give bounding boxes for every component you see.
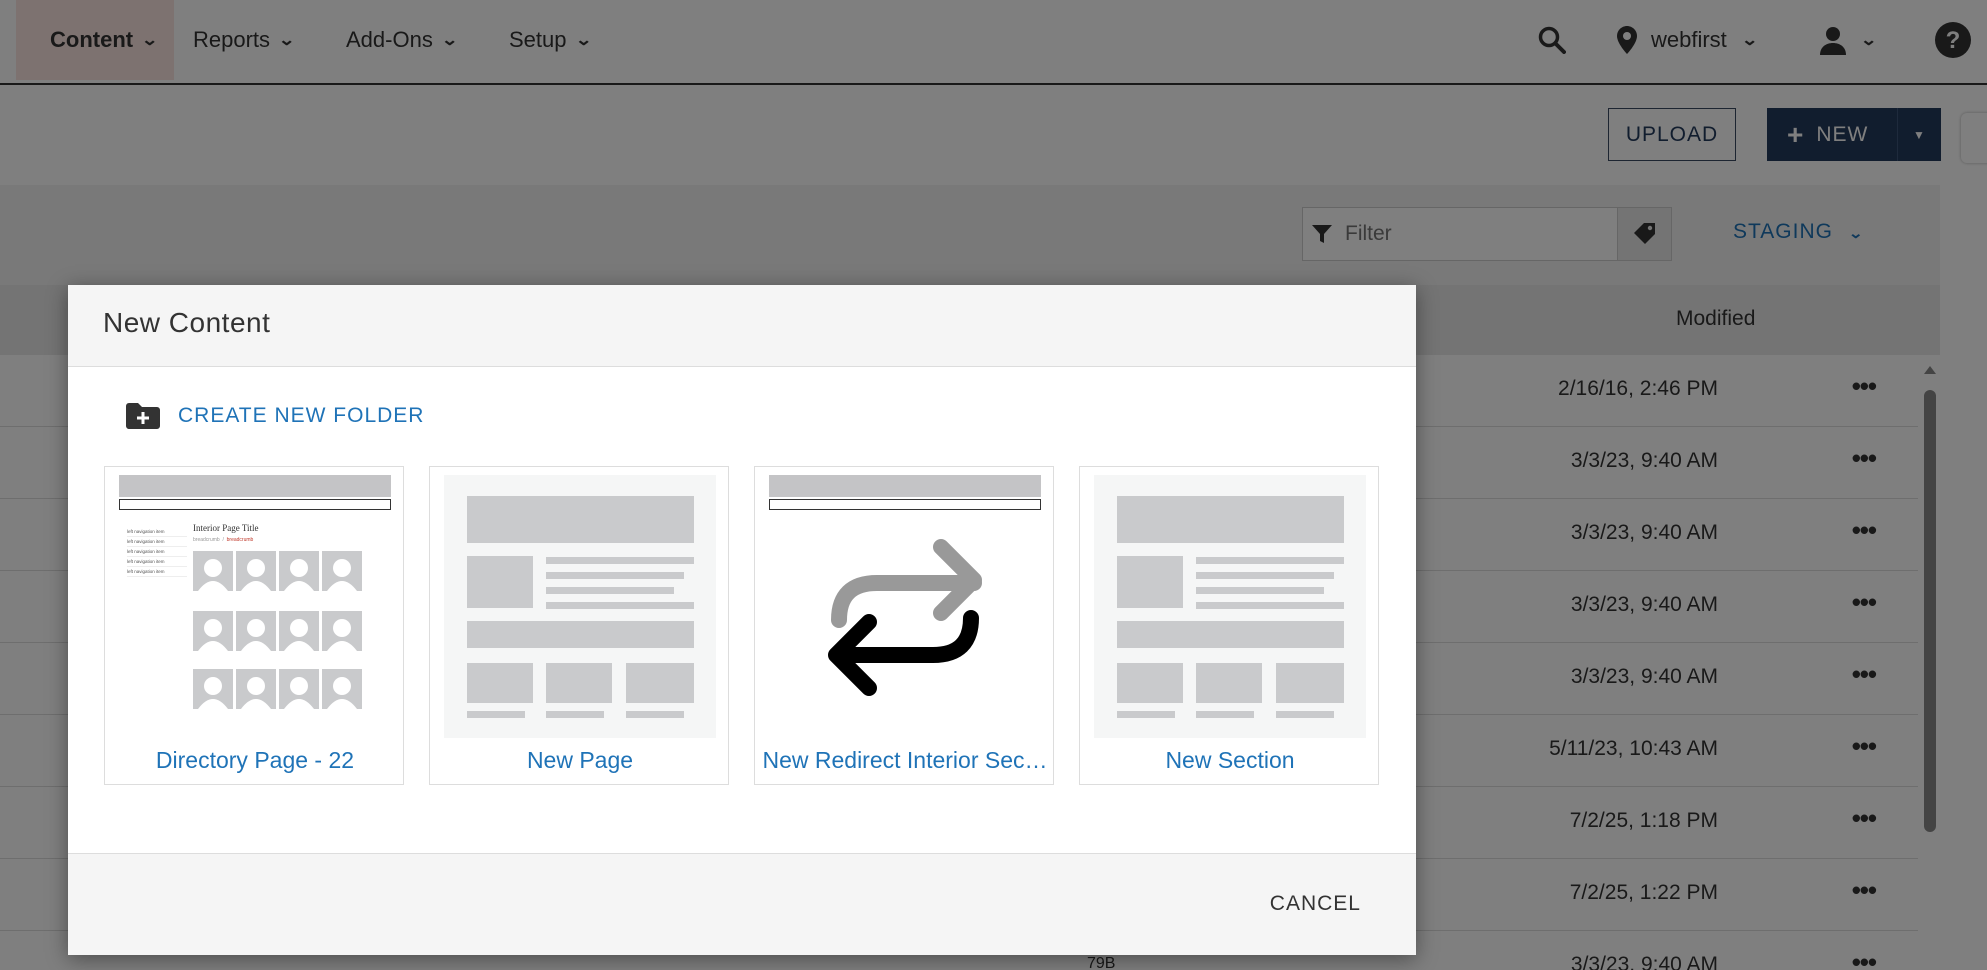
folder-add-icon [126,403,160,429]
template-card-label: New Page [526,747,634,773]
dialog-title: New Content [103,307,271,338]
avatar-placeholder-icon [279,669,319,709]
cancel-button[interactable]: CANCEL [1270,892,1361,916]
redirect-thumbnail [769,475,1041,738]
thumb-breadcrumbs: breadcrumb / breadcrumb [193,537,254,543]
directory-page-thumbnail: Interior Page Title breadcrumb / breadcr… [119,475,391,738]
thumb-breadcrumb: breadcrumb [226,537,254,543]
thumb-nav-item: left navigation item [127,547,187,557]
dialog-header: New Content [68,285,1416,367]
section-layout-thumbnail [1094,475,1366,738]
avatar-placeholder-icon [279,551,319,591]
avatar-placeholder-icon [193,669,233,709]
dialog-footer: CANCEL [68,853,1416,955]
new-content-dialog: New Content CREATE NEW FOLDER Interior P… [68,285,1416,955]
thumb-breadcrumb: breadcrumb [193,537,220,543]
create-new-folder-button[interactable]: CREATE NEW FOLDER [126,403,424,429]
avatar-placeholder-icon [322,611,362,651]
template-card-directory-page[interactable]: Interior Page Title breadcrumb / breadcr… [104,466,404,785]
avatar-placeholder-icon [193,611,233,651]
template-card-new-section[interactable]: New Section [1079,466,1379,785]
template-card-label: New Section [1165,747,1295,773]
avatar-placeholder-icon [193,551,233,591]
avatar-placeholder-icon [236,611,276,651]
avatar-placeholder-icon [322,551,362,591]
thumb-left-nav: left navigation item left navigation ite… [127,527,187,577]
avatar-placeholder-icon [322,669,362,709]
avatar-placeholder-icon [279,611,319,651]
avatar-placeholder-icon [236,669,276,709]
thumb-nav-item: left navigation item [127,527,187,537]
create-new-folder-label: CREATE NEW FOLDER [178,404,425,427]
avatar-placeholder-icon [236,551,276,591]
thumb-nav-item: left navigation item [127,557,187,567]
thumb-nav-item: left navigation item [127,567,187,577]
thumb-page-title: Interior Page Title [193,523,259,533]
template-card-label: New Redirect Interior Sec… [762,747,1048,773]
page-layout-thumbnail [444,475,716,738]
template-card-new-redirect[interactable]: New Redirect Interior Sec… [754,466,1054,785]
thumb-nav-item: left navigation item [127,537,187,547]
template-card-new-page[interactable]: New Page [429,466,729,785]
template-card-label: Directory Page - 22 [155,747,355,773]
